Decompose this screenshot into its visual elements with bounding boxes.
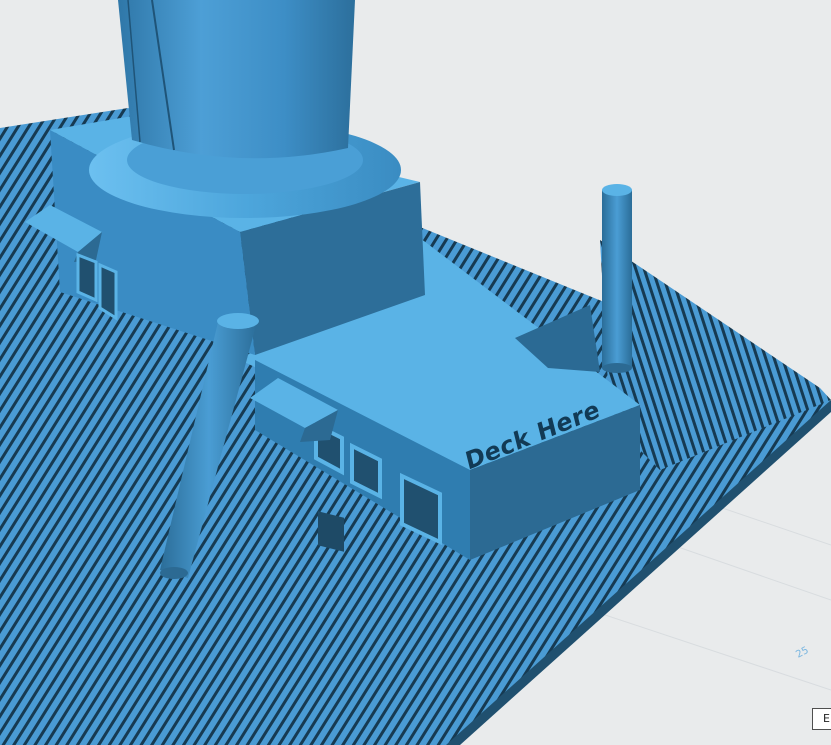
view-cube-face-label: E (823, 712, 830, 725)
left-window-1 (76, 252, 98, 303)
funnel-stack (118, 0, 355, 159)
front-mast-cap (217, 313, 259, 329)
rear-mast-pole (602, 190, 632, 368)
3d-viewport[interactable]: Deck Here 25 E (0, 0, 831, 745)
ship-model-scene[interactable]: Deck Here 25 (0, 0, 831, 745)
left-window-2 (98, 262, 118, 321)
view-cube-corner-button[interactable]: E (812, 708, 831, 730)
rear-mast-cap (602, 184, 632, 196)
deck-windows (318, 511, 344, 552)
front-mast-foot (160, 567, 188, 579)
rear-mast-foot (602, 363, 632, 373)
